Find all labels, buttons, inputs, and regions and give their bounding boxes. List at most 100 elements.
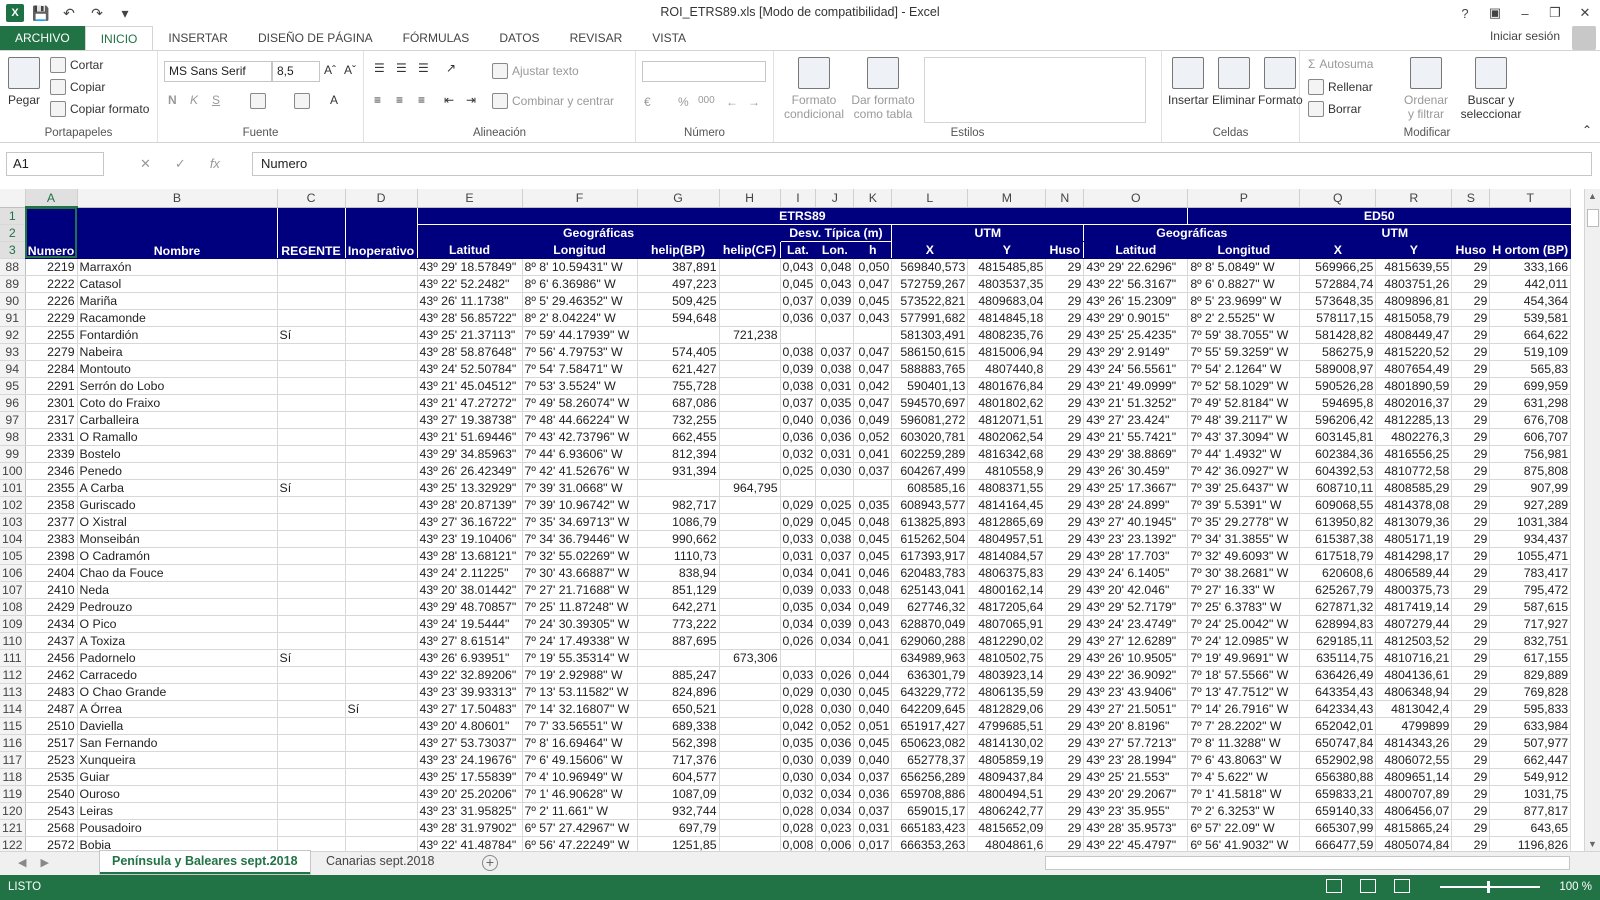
cell[interactable]: 29 [1045, 292, 1085, 310]
cell[interactable]: 4802062,54 [967, 428, 1047, 446]
cell[interactable]: 43º 24' 6.1405" [1083, 564, 1189, 582]
cell[interactable]: 29 [1451, 513, 1491, 531]
cell[interactable] [345, 360, 418, 378]
ribbon-display-icon[interactable]: ▣ [1480, 0, 1510, 26]
cell[interactable]: 29 [1045, 530, 1085, 548]
cell[interactable]: 982,717 [637, 496, 720, 514]
cell[interactable]: 7º 1' 41.5818" W [1187, 785, 1301, 803]
cell[interactable]: 662,447 [1489, 751, 1572, 769]
grow-font-icon[interactable]: Aˆ [324, 63, 336, 77]
cell[interactable]: O Xistral [77, 513, 278, 531]
cell[interactable]: 29 [1045, 717, 1085, 735]
cell[interactable]: 0,039 [815, 292, 855, 310]
cell[interactable]: 4810558,9 [967, 462, 1047, 480]
cell[interactable] [719, 700, 781, 718]
cell[interactable]: 931,394 [637, 462, 720, 480]
cell[interactable]: 43º 22' 32.89206" [417, 666, 523, 684]
cell[interactable] [815, 649, 855, 667]
cell[interactable]: 4812829,06 [967, 700, 1047, 718]
cell[interactable] [719, 666, 781, 684]
cell[interactable]: 29 [1045, 496, 1085, 514]
cell[interactable]: 0,036 [815, 411, 855, 429]
cell[interactable]: 43º 21' 55.7421" [1083, 428, 1189, 446]
cell[interactable]: 615387,38 [1299, 530, 1377, 548]
header-ed50[interactable]: ED50 [1187, 207, 1572, 225]
cell[interactable] [853, 649, 893, 667]
cell[interactable]: 29 [1045, 258, 1085, 276]
cell[interactable]: 851,129 [637, 581, 720, 599]
borders-icon[interactable] [250, 93, 266, 109]
cell[interactable]: 43º 28' 17.703" [1083, 547, 1189, 565]
row-header[interactable]: 100 [0, 462, 26, 480]
cell[interactable]: 594570,697 [891, 394, 969, 412]
cell[interactable]: O Pico [77, 615, 278, 633]
cell[interactable]: 507,977 [1489, 734, 1572, 752]
cell[interactable]: 7º 27' 21.71688" W [522, 581, 638, 599]
row-header[interactable]: 101 [0, 479, 26, 497]
row-header[interactable]: 93 [0, 343, 26, 361]
cell[interactable] [277, 768, 346, 786]
cell[interactable]: 0,048 [853, 513, 893, 531]
cell[interactable]: 2462 [25, 666, 78, 684]
cell[interactable]: 29 [1045, 547, 1085, 565]
cell[interactable]: 573648,35 [1299, 292, 1377, 310]
cell[interactable]: 43º 24' 2.11225" [417, 564, 523, 582]
cell[interactable]: 595,833 [1489, 700, 1572, 718]
cell[interactable]: 43º 21' 45.04512" [417, 377, 523, 395]
cell[interactable]: 43º 23' 19.10406" [417, 530, 523, 548]
cell[interactable]: 539,581 [1489, 309, 1572, 327]
cell[interactable]: 2572 [25, 836, 78, 851]
cell[interactable]: 0,047 [853, 360, 893, 378]
cell[interactable]: 0,008 [780, 836, 817, 851]
cell[interactable]: 1055,471 [1489, 547, 1572, 565]
cell[interactable]: 0,037 [815, 547, 855, 565]
cell[interactable]: 603145,81 [1299, 428, 1377, 446]
align-left-icon[interactable]: ≡ [374, 93, 381, 107]
cell[interactable]: O Ramallo [77, 428, 278, 446]
cell[interactable]: 4807065,91 [967, 615, 1047, 633]
cell[interactable]: 7º 8' 16.69464" W [522, 734, 638, 752]
cell[interactable]: 43º 20' 8.8196" [1083, 717, 1189, 735]
cell[interactable]: 608585,16 [891, 479, 969, 497]
italic-button[interactable]: K [190, 93, 198, 107]
redo-icon[interactable]: ↷ [86, 3, 108, 23]
cell[interactable] [719, 275, 781, 293]
cell[interactable]: 642,271 [637, 598, 720, 616]
page-layout-view-icon[interactable] [1360, 879, 1376, 893]
cell[interactable] [345, 496, 418, 514]
cell[interactable]: 43º 28' 20.87139" [417, 496, 523, 514]
zoom-slider[interactable] [1440, 886, 1540, 888]
row-header[interactable]: 94 [0, 360, 26, 378]
cell[interactable]: 8º 6' 0.8827" W [1187, 275, 1301, 293]
cell[interactable]: 885,247 [637, 666, 720, 684]
cell[interactable]: 43º 20' 29.2067" [1083, 785, 1189, 803]
cell[interactable]: 0,038 [780, 343, 817, 361]
cell[interactable]: 620483,783 [891, 564, 969, 582]
cell[interactable]: 43º 27' 8.61514" [417, 632, 523, 650]
decrease-indent-icon[interactable]: ⇤ [444, 93, 454, 107]
cell[interactable]: 4816556,25 [1375, 445, 1453, 463]
row-header[interactable]: 107 [0, 581, 26, 599]
cell[interactable]: 562,398 [637, 734, 720, 752]
cell[interactable] [345, 411, 418, 429]
header-cell[interactable]: h [853, 241, 893, 259]
cell[interactable]: 0,045 [815, 513, 855, 531]
cell[interactable]: 29 [1045, 615, 1085, 633]
cell[interactable]: 2404 [25, 564, 78, 582]
cell[interactable]: 0,031 [815, 377, 855, 395]
header-cell[interactable]: Y [967, 241, 1047, 259]
cell[interactable]: 43º 24' 23.4749" [1083, 615, 1189, 633]
cell[interactable] [277, 258, 346, 276]
row-header[interactable]: 120 [0, 802, 26, 820]
cell[interactable]: 29 [1451, 666, 1491, 684]
cell[interactable]: 29 [1451, 462, 1491, 480]
cell[interactable] [277, 309, 346, 327]
cell[interactable]: 7º 39' 25.6437" W [1187, 479, 1301, 497]
cell[interactable]: 29 [1451, 632, 1491, 650]
cell[interactable]: 0,048 [853, 581, 893, 599]
cell[interactable]: 29 [1451, 343, 1491, 361]
cell[interactable]: 43º 27' 23.424" [1083, 411, 1189, 429]
cell[interactable]: 795,472 [1489, 581, 1572, 599]
cell[interactable]: 0,032 [780, 445, 817, 463]
cell[interactable]: 29 [1045, 581, 1085, 599]
